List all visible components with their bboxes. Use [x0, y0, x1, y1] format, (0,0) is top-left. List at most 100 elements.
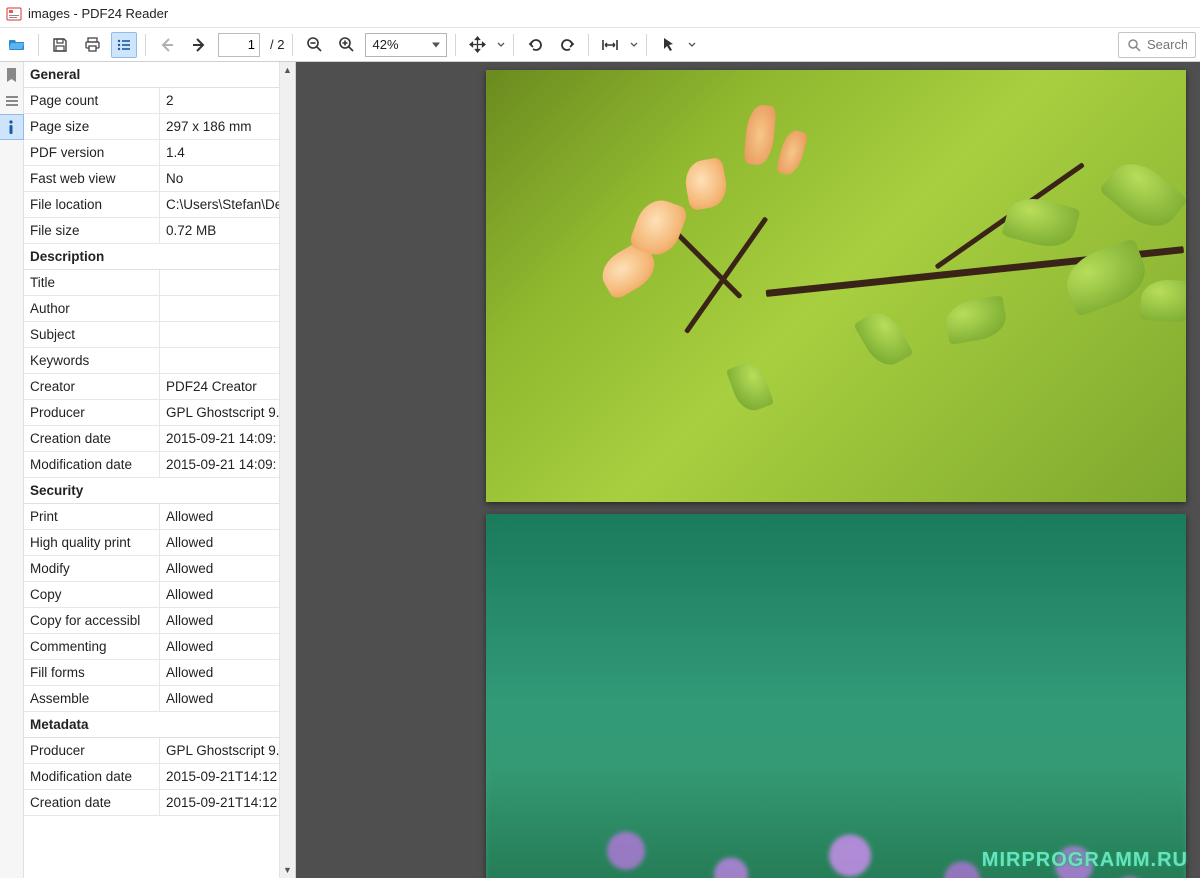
move-tool-dropdown[interactable]: [496, 41, 505, 49]
property-key: High quality print: [24, 530, 160, 556]
toggle-sidebar-button[interactable]: [111, 32, 137, 58]
scroll-up-button[interactable]: ▲: [280, 62, 295, 78]
prev-page-button[interactable]: [154, 32, 180, 58]
property-value: 2015-09-21T14:12: [160, 764, 296, 790]
search-input[interactable]: [1147, 37, 1187, 52]
redo-button[interactable]: [554, 32, 580, 58]
property-key: Commenting: [24, 634, 160, 660]
page-thumbnail-1[interactable]: [486, 70, 1186, 502]
property-value: 0.72 MB: [160, 218, 296, 244]
property-value: Allowed: [160, 608, 296, 634]
property-value: 2: [160, 88, 296, 114]
page-thumbnail-2[interactable]: [486, 514, 1186, 878]
select-tool-button[interactable]: [655, 32, 681, 58]
property-key: File location: [24, 192, 160, 218]
property-value: 2015-09-21 14:09:: [160, 452, 296, 478]
search-icon: [1127, 38, 1141, 52]
watermark: MIRPROGRAMM.RU: [982, 849, 1188, 872]
property-key: Modify: [24, 556, 160, 582]
property-row: Page size297 x 186 mm: [24, 114, 295, 140]
sidebar-tabs-strip: [0, 62, 24, 878]
document-viewer[interactable]: MIRPROGRAMM.RU: [296, 62, 1200, 878]
property-key: Modification date: [24, 764, 160, 790]
property-key: Copy for accessibl: [24, 608, 160, 634]
toolbar: / 2 42%: [0, 28, 1200, 62]
property-key: Modification date: [24, 452, 160, 478]
property-value: Allowed: [160, 686, 296, 712]
search-box[interactable]: [1118, 32, 1196, 58]
property-key: Assemble: [24, 686, 160, 712]
select-tool-dropdown[interactable]: [687, 41, 696, 49]
property-row: Fast web viewNo: [24, 166, 295, 192]
separator: [588, 34, 589, 56]
property-row: CommentingAllowed: [24, 634, 295, 660]
property-row: CreatorPDF24 Creator: [24, 374, 295, 400]
property-row: Keywords: [24, 348, 295, 374]
property-value: No: [160, 166, 296, 192]
info-tab-button[interactable]: [0, 114, 24, 140]
next-page-button[interactable]: [186, 32, 212, 58]
fit-width-button[interactable]: [597, 32, 623, 58]
property-key: Producer: [24, 400, 160, 426]
property-value: Allowed: [160, 660, 296, 686]
section-header: Description: [24, 244, 295, 270]
separator: [513, 34, 514, 56]
property-row: Copy for accessiblAllowed: [24, 608, 295, 634]
separator: [292, 34, 293, 56]
property-key: Page size: [24, 114, 160, 140]
property-key: Creation date: [24, 426, 160, 452]
property-key: File size: [24, 218, 160, 244]
property-key: Producer: [24, 738, 160, 764]
property-row: PrintAllowed: [24, 504, 295, 530]
property-value: Allowed: [160, 530, 296, 556]
property-value: C:\Users\Stefan\De: [160, 192, 296, 218]
page-number-input[interactable]: [218, 33, 260, 57]
property-row: Creation date2015-09-21 14:09:: [24, 426, 295, 452]
info-scrollbar[interactable]: ▲ ▼: [279, 62, 295, 878]
property-row: ModifyAllowed: [24, 556, 295, 582]
property-value: GPL Ghostscript 9.: [160, 738, 296, 764]
property-row: PDF version1.4: [24, 140, 295, 166]
page-total-label: / 2: [270, 37, 284, 52]
move-tool-button[interactable]: [464, 32, 490, 58]
property-row: File size0.72 MB: [24, 218, 295, 244]
zoom-in-button[interactable]: [333, 32, 359, 58]
property-value: [160, 296, 296, 322]
section-header: Security: [24, 478, 295, 504]
thumbnails-tab-button[interactable]: [0, 88, 24, 114]
property-row: Modification date2015-09-21T14:12: [24, 764, 295, 790]
property-row: ProducerGPL Ghostscript 9.: [24, 400, 295, 426]
property-row: AssembleAllowed: [24, 686, 295, 712]
open-button[interactable]: [4, 32, 30, 58]
property-value: 297 x 186 mm: [160, 114, 296, 140]
property-row: Title: [24, 270, 295, 296]
bookmarks-tab-button[interactable]: [0, 62, 24, 88]
property-row: Subject: [24, 322, 295, 348]
property-value: Allowed: [160, 634, 296, 660]
property-key: Copy: [24, 582, 160, 608]
separator: [455, 34, 456, 56]
property-key: Keywords: [24, 348, 160, 374]
property-value: Allowed: [160, 556, 296, 582]
property-key: Creation date: [24, 790, 160, 816]
property-key: Print: [24, 504, 160, 530]
scroll-down-button[interactable]: ▼: [280, 862, 295, 878]
zoom-out-button[interactable]: [301, 32, 327, 58]
print-button[interactable]: [79, 32, 105, 58]
window-title: images - PDF24 Reader: [28, 6, 168, 21]
property-value: 2015-09-21 14:09:: [160, 426, 296, 452]
undo-button[interactable]: [522, 32, 548, 58]
fit-dropdown[interactable]: [629, 41, 638, 49]
info-panel: GeneralPage count2Page size297 x 186 mmP…: [24, 62, 296, 878]
property-value: [160, 270, 296, 296]
property-key: Subject: [24, 322, 160, 348]
property-row: Modification date2015-09-21 14:09:: [24, 452, 295, 478]
property-row: File locationC:\Users\Stefan\De: [24, 192, 295, 218]
zoom-select[interactable]: 42%: [365, 33, 447, 57]
section-header: Metadata: [24, 712, 295, 738]
properties-table: GeneralPage count2Page size297 x 186 mmP…: [24, 62, 295, 816]
save-button[interactable]: [47, 32, 73, 58]
separator: [646, 34, 647, 56]
property-value: 2015-09-21T14:12: [160, 790, 296, 816]
property-row: ProducerGPL Ghostscript 9.: [24, 738, 295, 764]
